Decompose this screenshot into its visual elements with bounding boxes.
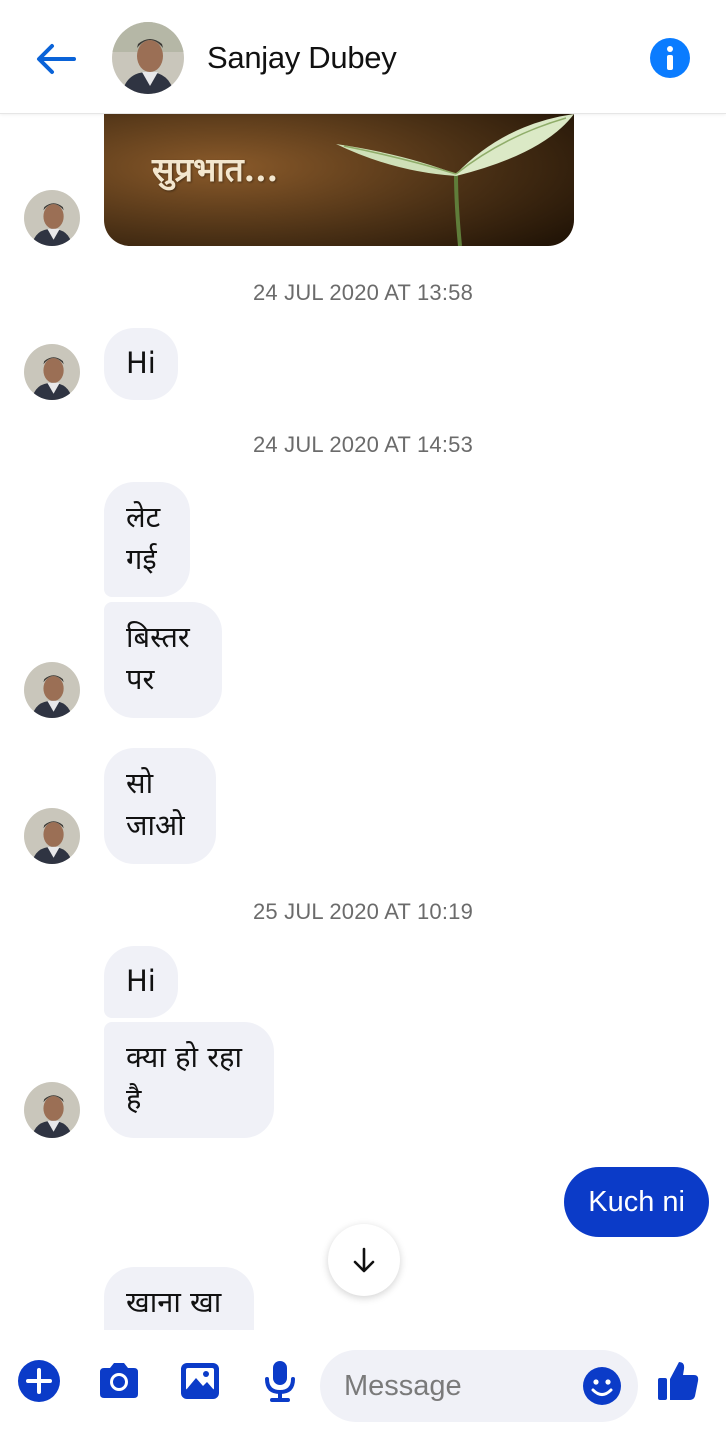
arrow-down-icon: [353, 1247, 375, 1273]
plus-icon: [18, 1360, 60, 1402]
received-message[interactable]: Hi: [104, 946, 178, 1018]
contact-avatar[interactable]: [112, 22, 184, 94]
image-message[interactable]: सुप्रभात...: [104, 114, 574, 246]
plus-button[interactable]: [16, 1358, 62, 1404]
like-button[interactable]: [654, 1358, 702, 1404]
composer-bar: Message: [0, 1330, 726, 1434]
sender-avatar[interactable]: [24, 1082, 80, 1138]
sender-avatar[interactable]: [24, 190, 80, 246]
timestamp: 24 JUL 2020 AT 14:53: [252, 432, 474, 457]
contact-name[interactable]: Sanjay Dubey: [207, 40, 397, 76]
camera-icon: [100, 1363, 138, 1398]
message-list[interactable]: सुप्रभात... 24 JUL 2020 AT 13:58 Hi 24 J…: [0, 114, 726, 1330]
gallery-icon: [181, 1363, 219, 1399]
timestamp: 24 JUL 2020 AT 13:58: [252, 280, 474, 305]
info-icon: [667, 46, 673, 70]
emoji-icon: [583, 1367, 621, 1405]
received-message[interactable]: खाना खा: [104, 1267, 254, 1330]
arrow-left-icon: [37, 44, 76, 74]
received-message[interactable]: क्या हो रहा है: [104, 1022, 274, 1138]
back-button[interactable]: [30, 36, 80, 82]
timestamp: 25 JUL 2020 AT 10:19: [252, 899, 474, 924]
sent-message[interactable]: Kuch ni: [564, 1167, 709, 1237]
received-message[interactable]: लेट गई: [104, 482, 190, 597]
received-message[interactable]: Hi: [104, 328, 178, 400]
conversation-header: Sanjay Dubey: [0, 0, 726, 114]
camera-button[interactable]: [96, 1358, 142, 1404]
gallery-button[interactable]: [177, 1358, 223, 1404]
microphone-icon: [265, 1361, 295, 1402]
message-placeholder: Message: [344, 1370, 462, 1402]
scroll-to-bottom-button[interactable]: [328, 1224, 400, 1296]
info-button[interactable]: [650, 38, 690, 78]
sender-avatar[interactable]: [24, 344, 80, 400]
thumbs-up-icon: [658, 1362, 699, 1400]
emoji-button[interactable]: [582, 1366, 622, 1406]
microphone-button[interactable]: [257, 1358, 303, 1404]
message-input[interactable]: Message: [320, 1350, 638, 1422]
received-message[interactable]: बिस्तर पर: [104, 602, 222, 718]
sender-avatar[interactable]: [24, 662, 80, 718]
sender-avatar[interactable]: [24, 808, 80, 864]
image-caption: सुप्रभात...: [152, 150, 279, 189]
received-message[interactable]: सो जाओ: [104, 748, 216, 864]
